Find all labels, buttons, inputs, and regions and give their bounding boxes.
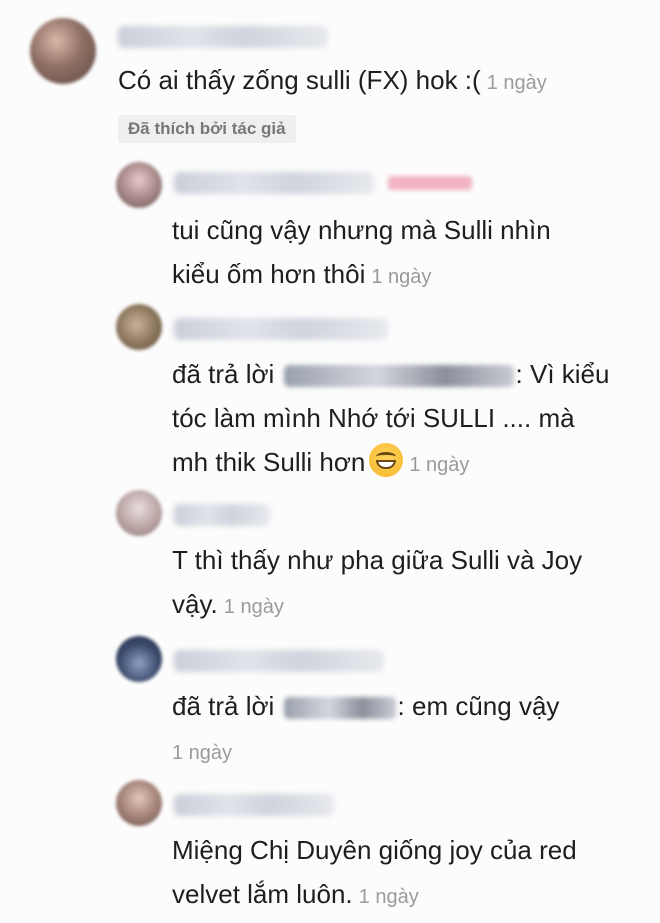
reply-prefix: đã trả lời: [172, 691, 275, 721]
reply-body-line: Miệng Chị Duyên giống joy của red: [172, 835, 577, 865]
username-redacted[interactable]: [118, 26, 328, 48]
avatar[interactable]: [116, 636, 162, 682]
username-redacted[interactable]: [174, 794, 334, 816]
reply-time: 1 ngày: [409, 454, 470, 476]
avatar[interactable]: [116, 162, 162, 208]
avatar[interactable]: [116, 304, 162, 350]
mentioned-user-redacted[interactable]: [283, 697, 396, 720]
comment-time: 1 ngày: [486, 72, 547, 94]
reply-body-line: mh thik Sulli hơn: [172, 447, 366, 477]
mentioned-user-redacted[interactable]: [283, 365, 514, 388]
reply-time: 1 ngày: [371, 266, 432, 288]
avatar[interactable]: [116, 490, 162, 536]
grinning-face-emoji: [369, 443, 404, 477]
username-redacted[interactable]: [174, 650, 384, 672]
avatar[interactable]: [30, 18, 96, 84]
reply-text: tui cũng vậy nhưng mà Sulli nhìn kiểu ốm…: [172, 208, 551, 299]
reply-time: 1 ngày: [223, 596, 284, 618]
reply-body-line: : em cũng vậy: [397, 691, 560, 721]
reply-text: T thì thấy như pha giữa Sulli và Joy vậy…: [172, 538, 582, 629]
comment-body: Có ai thấy zống sulli (FX) hok :(: [118, 65, 481, 95]
reply-time: 1 ngày: [172, 742, 233, 764]
liked-by-author-badge: Đã thích bởi tác giả: [118, 115, 296, 143]
reply-body-line: : Vì kiểu: [515, 359, 610, 389]
reply-body-line: kiểu ốm hơn thôi: [172, 259, 366, 289]
username-redacted[interactable]: [174, 318, 388, 340]
reply-prefix: đã trả lời: [172, 359, 275, 389]
reply-body-line: tui cũng vậy nhưng mà Sulli nhìn: [172, 215, 551, 245]
author-tag-redacted: [388, 176, 472, 190]
reply-body-line: velvet lắm luôn.: [172, 879, 353, 909]
comment-text: Có ai thấy zống sulli (FX) hok :(1 ngày: [118, 58, 547, 105]
reply-body-line: tóc làm mình Nhớ tới SULLI .... mà: [172, 403, 575, 433]
reply-time: 1 ngày: [358, 886, 419, 908]
reply-text: đã trả lời : Vì kiểu tóc làm mình Nhớ tớ…: [172, 352, 609, 487]
reply-text: đã trả lời : em cũng vậy 1 ngày: [172, 684, 559, 775]
username-redacted[interactable]: [174, 504, 270, 526]
reply-text: Miệng Chị Duyên giống joy của red velvet…: [172, 828, 577, 919]
reply-body-line: vậy.: [172, 589, 218, 619]
avatar[interactable]: [116, 780, 162, 826]
username-redacted[interactable]: [174, 172, 374, 194]
reply-body-line: T thì thấy như pha giữa Sulli và Joy: [172, 545, 583, 575]
